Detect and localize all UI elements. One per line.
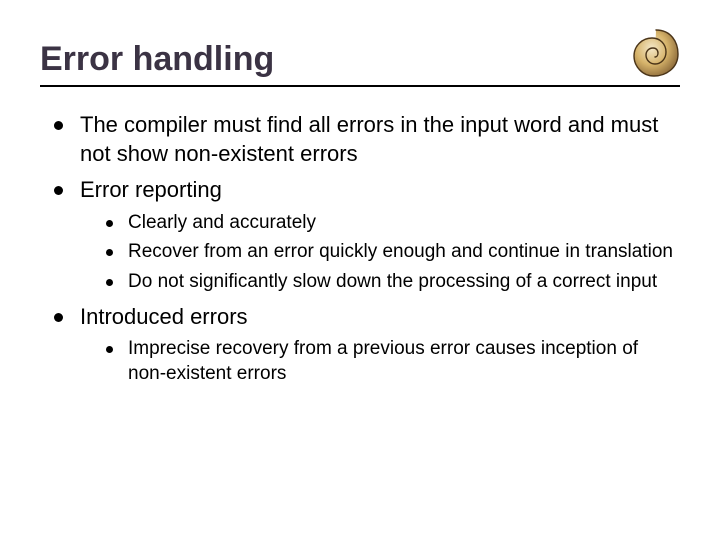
bullet-text: Introduced errors <box>80 304 248 329</box>
slide-title: Error handling <box>40 40 680 79</box>
bullet-text: Recover from an error quickly enough and… <box>128 241 673 262</box>
bullet-text: The compiler must find all errors in the… <box>80 112 658 166</box>
swirl-icon <box>626 24 682 80</box>
bullet-text: Error reporting <box>80 177 222 202</box>
bullet-text: Imprecise recovery from a previous error… <box>128 338 638 384</box>
list-item: Clearly and accurately <box>106 211 680 236</box>
list-item: Do not significantly slow down the proce… <box>106 270 680 295</box>
bullet-list: The compiler must find all errors in the… <box>40 111 680 387</box>
sub-bullet-list: Clearly and accurately Recover from an e… <box>80 211 680 295</box>
list-item: The compiler must find all errors in the… <box>54 111 680 168</box>
list-item: Error reporting Clearly and accurately R… <box>54 176 680 295</box>
slide: Error handling The compiler must find al… <box>0 0 720 540</box>
bullet-text: Do not significantly slow down the proce… <box>128 271 657 292</box>
list-item: Introduced errors Imprecise recovery fro… <box>54 303 680 387</box>
title-area: Error handling <box>40 40 680 87</box>
list-item: Recover from an error quickly enough and… <box>106 240 680 265</box>
list-item: Imprecise recovery from a previous error… <box>106 337 680 386</box>
bullet-text: Clearly and accurately <box>128 212 316 233</box>
sub-bullet-list: Imprecise recovery from a previous error… <box>80 337 680 386</box>
